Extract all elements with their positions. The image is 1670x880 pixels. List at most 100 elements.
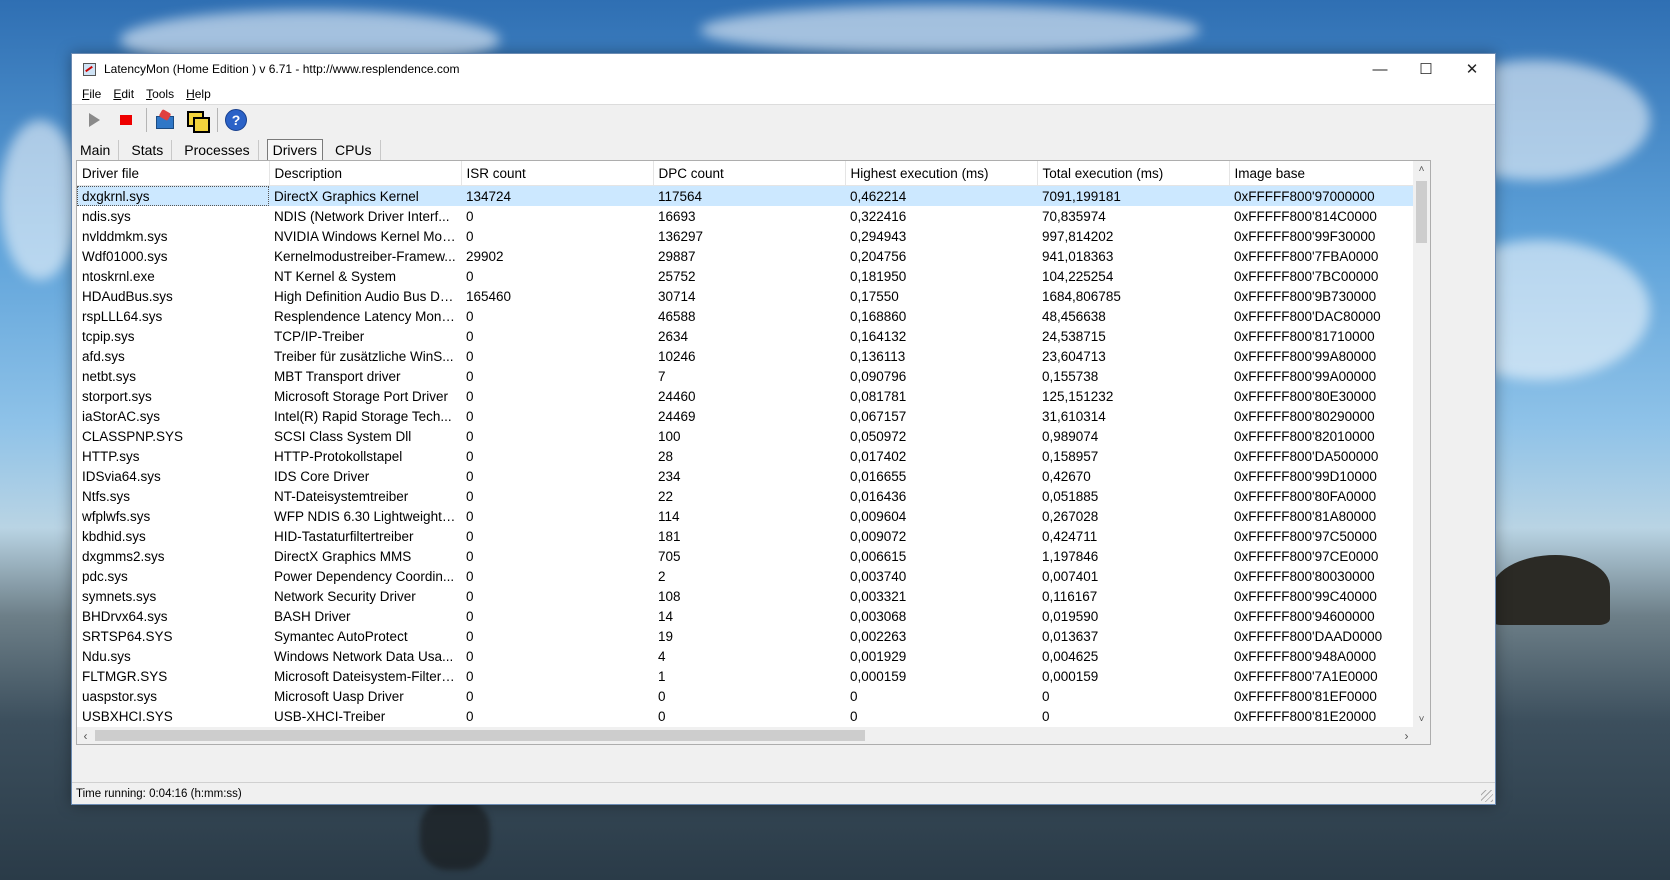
cell-isr-count: 0 [466, 508, 474, 524]
cell-dpc-count: 19 [658, 628, 674, 644]
table-row[interactable]: tcpip.sys TCP/IP-Treiber 0 2634 0,164132 24,5… [77, 326, 1419, 346]
table-row[interactable]: BHDrvx64.sys BASH Driver 0 14 0,003068 0,0195… [77, 606, 1419, 626]
table-row[interactable]: ntoskrnl.exe NT Kernel & System 0 25752 0,18… [77, 266, 1419, 286]
cell-image-base: 0xFFFFF800'81EF0000 [1234, 688, 1377, 704]
cell-isr-count: 0 [466, 688, 474, 704]
cell-image-base: 0xFFFFF800'97CE0000 [1234, 548, 1379, 564]
help-button[interactable]: ? [222, 107, 250, 133]
column-header-total-execution[interactable]: Total execution (ms) [1037, 161, 1230, 186]
tab-drivers[interactable]: Drivers [266, 139, 323, 161]
cell-highest-execution: 0,181950 [850, 268, 907, 284]
cell-dpc-count: 117564 [653, 185, 845, 206]
column-header-driver-file[interactable]: Driver file [77, 161, 270, 186]
cell-image-base: 0xFFFFF800'99A00000 [1234, 368, 1377, 384]
cell-driver-file: FLTMGR.SYS [82, 668, 168, 684]
cell-image-base: 0xFFFFF800'81A80000 [1234, 508, 1377, 524]
table-row[interactable]: netbt.sys MBT Transport driver 0 7 0,090796 0… [77, 366, 1419, 386]
table-row[interactable]: FLTMGR.SYS Microsoft Dateisystem-Filter-.… [77, 666, 1419, 686]
menu-edit[interactable]: Edit [113, 87, 134, 101]
cell-image-base: 0xFFFFF800'99A80000 [1234, 348, 1377, 364]
cell-driver-file: HTTP.sys [82, 448, 140, 464]
cell-isr-count: 0 [466, 648, 474, 664]
table-row[interactable]: kbdhid.sys HID-Tastaturfiltertreiber 0 181 0… [77, 526, 1419, 546]
column-header-isr-count[interactable]: ISR count [461, 161, 654, 186]
table-row[interactable]: iaStorAC.sys Intel(R) Rapid Storage Tech.… [77, 406, 1419, 426]
resize-grip-icon[interactable] [1481, 790, 1493, 802]
cell-image-base: 0xFFFFF800'80E30000 [1234, 388, 1377, 404]
table-row[interactable]: afd.sys Treiber für zusätzliche WinS... 0 1… [77, 346, 1419, 366]
column-header-image-base[interactable]: Image base [1229, 161, 1420, 186]
minimize-button[interactable]: — [1357, 54, 1403, 84]
table-row[interactable]: USBXHCI.SYS USB-XHCI-Treiber 0 0 0 0 0xFFFFF80… [77, 706, 1419, 726]
table-row[interactable]: uaspstor.sys Microsoft Uasp Driver 0 0 0 0 0xF… [77, 686, 1419, 706]
menu-file[interactable]: File [82, 87, 101, 101]
cell-description: Intel(R) Rapid Storage Tech... [274, 408, 452, 424]
toolbar-separator [146, 108, 147, 132]
stop-monitoring-button[interactable] [112, 107, 140, 133]
start-monitoring-button[interactable] [80, 107, 108, 133]
copy-button[interactable] [183, 107, 211, 133]
table-row[interactable]: pdc.sys Power Dependency Coordin... 0 2 0,00… [77, 566, 1419, 586]
scroll-up-arrow[interactable]: ˄ [1413, 161, 1430, 177]
table-row[interactable]: Ntfs.sys NT-Dateisystemtreiber 0 22 0,016436… [77, 486, 1419, 506]
tab-stats[interactable]: Stats [127, 140, 173, 161]
tab-processes[interactable]: Processes [180, 140, 259, 161]
tab-main[interactable]: Main [76, 140, 120, 161]
table-row[interactable]: HDAudBus.sys High Definition Audio Bus Dr… [77, 286, 1419, 306]
table-row[interactable]: SRTSP64.SYS Symantec AutoProtect 0 19 0,0022… [77, 626, 1419, 646]
cell-description: Power Dependency Coordin... [274, 568, 455, 584]
maximize-button[interactable]: ☐ [1403, 54, 1449, 84]
cell-description: Network Security Driver [274, 588, 416, 604]
cell-isr-count: 0 [466, 268, 474, 284]
menu-tools[interactable]: Tools [146, 87, 174, 101]
monitor-button[interactable] [151, 107, 179, 133]
cell-driver-file: pdc.sys [82, 568, 128, 584]
table-row[interactable]: symnets.sys Network Security Driver 0 108 0,… [77, 586, 1419, 606]
cell-isr-count: 0 [466, 548, 474, 564]
table-row[interactable]: Wdf01000.sys Kernelmodustreiber-Framew...… [77, 246, 1419, 266]
cell-dpc-count: 705 [658, 548, 681, 564]
cell-driver-file: BHDrvx64.sys [82, 608, 168, 624]
column-header-description[interactable]: Description [269, 161, 462, 186]
cell-highest-execution: 0,009604 [850, 508, 907, 524]
scroll-left-arrow[interactable]: ‹ [77, 727, 94, 744]
column-header-dpc-count[interactable]: DPC count [653, 161, 846, 186]
table-row[interactable]: wfplwfs.sys WFP NDIS 6.30 Lightweight ...… [77, 506, 1419, 526]
cell-total-execution: 7091,199181 [1037, 185, 1229, 206]
cell-description: Microsoft Dateisystem-Filter-... [274, 668, 458, 684]
table-row[interactable]: CLASSPNP.SYS SCSI Class System Dll 0 100 0,0… [77, 426, 1419, 446]
cell-isr-count: 0 [466, 668, 474, 684]
table-row[interactable]: dxgkrnl.sys DirectX Graphics Kernel 134724… [77, 185, 1419, 206]
vertical-scroll-thumb[interactable] [1416, 181, 1427, 243]
cell-isr-count: 134724 [461, 185, 653, 206]
horizontal-scroll-thumb[interactable] [95, 730, 865, 741]
cell-dpc-count: 2634 [658, 328, 689, 344]
table-row[interactable]: nvlddmkm.sys NVIDIA Windows Kernel Mod...… [77, 226, 1419, 246]
table-row[interactable]: rspLLL64.sys Resplendence Latency Monit..… [77, 306, 1419, 326]
tab-cpus[interactable]: CPUs [331, 140, 381, 161]
scroll-down-arrow[interactable]: ˅ [1413, 711, 1430, 727]
table-row[interactable]: storport.sys Microsoft Storage Port Drive… [77, 386, 1419, 406]
table-row[interactable]: IDSvia64.sys IDS Core Driver 0 234 0,016655 0… [77, 466, 1419, 486]
cell-highest-execution: 0,462214 [845, 185, 1037, 206]
cell-total-execution: 125,151232 [1042, 388, 1114, 404]
cell-isr-count: 0 [466, 208, 474, 224]
cell-highest-execution: 0,17550 [850, 288, 899, 304]
close-button[interactable]: ✕ [1449, 54, 1495, 84]
scroll-right-arrow[interactable]: › [1398, 727, 1415, 744]
status-bar: Time running: 0:04:16 (h:mm:ss) [72, 782, 1495, 804]
horizontal-scrollbar[interactable]: ‹ › [77, 727, 1415, 744]
cell-total-execution: 0,013637 [1042, 628, 1099, 644]
vertical-scrollbar[interactable]: ˄ ˅ [1413, 161, 1430, 744]
table-row[interactable]: ndis.sys NDIS (Network Driver Interf... 0 1… [77, 206, 1419, 226]
title-bar[interactable]: LatencyMon (Home Edition ) v 6.71 - http… [72, 54, 1495, 84]
column-header-highest-execution[interactable]: Highest execution (ms) [845, 161, 1038, 186]
cell-total-execution: 0 [1042, 708, 1050, 724]
table-row[interactable]: dxgmms2.sys DirectX Graphics MMS 0 705 0,006… [77, 546, 1419, 566]
table-row[interactable]: Ndu.sys Windows Network Data Usa... 0 4 0,00… [77, 646, 1419, 666]
cell-total-execution: 0,155738 [1042, 368, 1099, 384]
table-row[interactable]: HTTP.sys HTTP-Protokollstapel 0 28 0,017402 0… [77, 446, 1419, 466]
menu-help[interactable]: Help [186, 87, 211, 101]
cell-dpc-count: 2 [658, 568, 666, 584]
stop-icon [120, 115, 132, 125]
